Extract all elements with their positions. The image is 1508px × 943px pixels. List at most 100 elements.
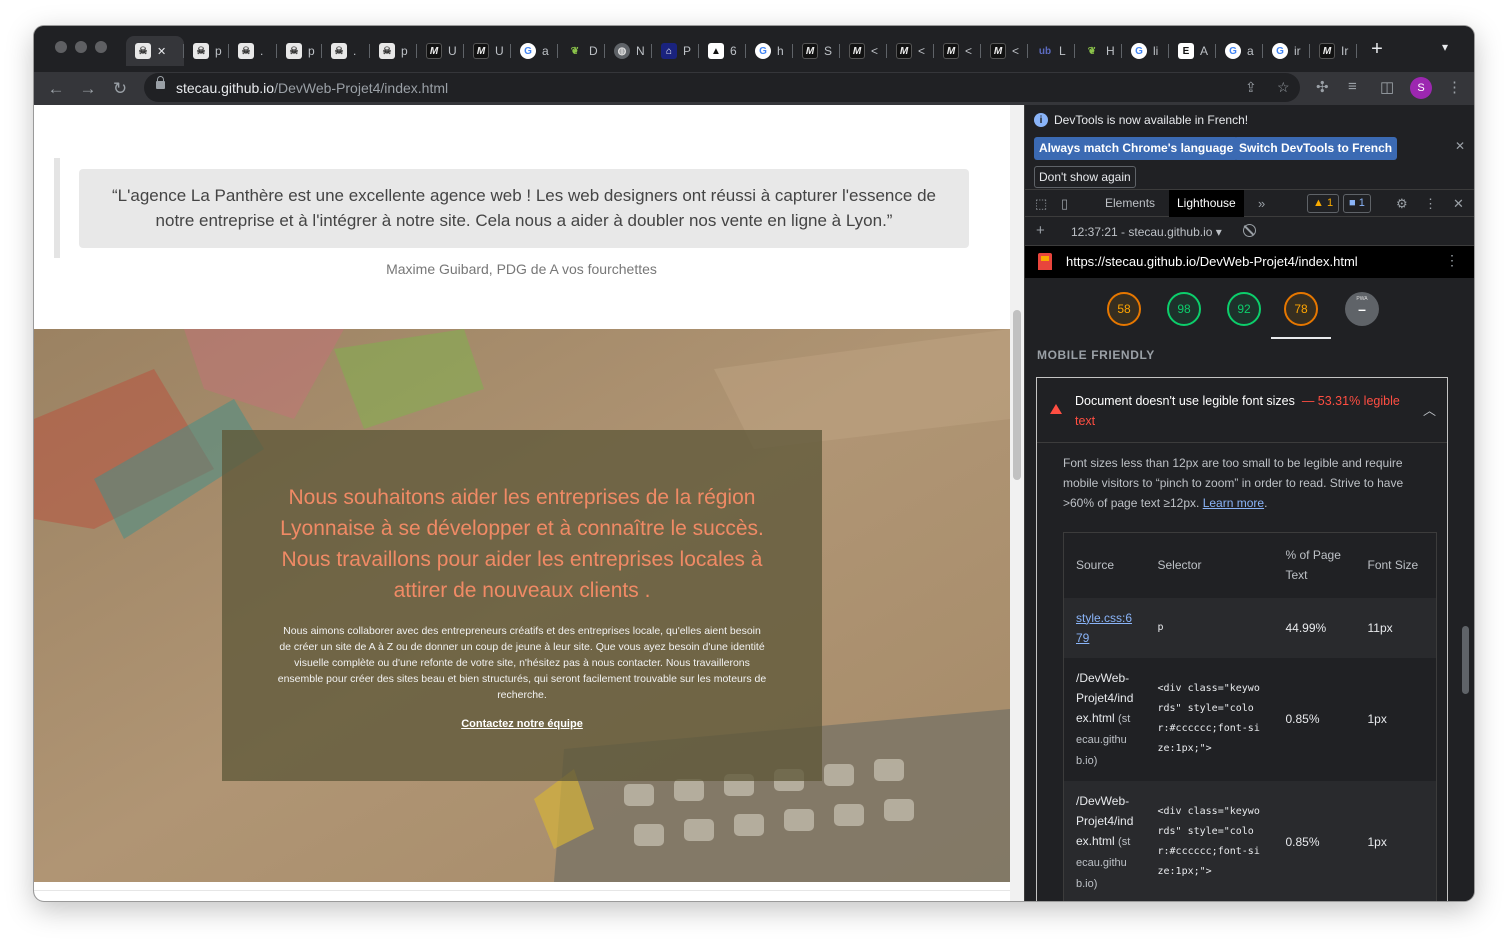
- score-gauge-seo[interactable]: 78: [1284, 292, 1318, 326]
- forward-arrow-icon[interactable]: →: [75, 76, 101, 102]
- browser-tab[interactable]: Ga: [511, 36, 558, 66]
- tab-lighthouse[interactable]: Lighthouse: [1169, 190, 1244, 217]
- active-gauge-indicator: [1271, 337, 1331, 339]
- cell-percent: 44.99%: [1273, 597, 1356, 658]
- browser-tab[interactable]: Ga: [1216, 36, 1263, 66]
- browser-tab[interactable]: ◍ N: [605, 36, 652, 66]
- back-arrow-icon[interactable]: ←: [43, 76, 69, 102]
- learn-more-link[interactable]: Learn more: [1203, 496, 1264, 510]
- browser-tab[interactable]: ❦ D: [558, 36, 605, 66]
- source-link[interactable]: style.css:679: [1076, 611, 1132, 645]
- dont-show-again-button[interactable]: Don't show again: [1034, 166, 1136, 188]
- e-icon: E: [1178, 43, 1194, 59]
- m-logo-icon: M: [896, 43, 912, 59]
- minimize-window-dot[interactable]: [75, 41, 87, 53]
- match-language-button[interactable]: Always match Chrome's language: [1034, 137, 1239, 160]
- address-url[interactable]: stecau.github.io/DevWeb-Projet4/index.ht…: [176, 80, 448, 96]
- tab-title: ir: [1294, 44, 1301, 58]
- browser-tab[interactable]: Gh: [746, 36, 793, 66]
- report-menu-icon[interactable]: ⋮: [1445, 252, 1459, 269]
- messages-badge[interactable]: ■ 1: [1343, 194, 1371, 213]
- score-gauge-performance[interactable]: 58: [1107, 292, 1141, 326]
- report-scrollbar[interactable]: [1458, 278, 1472, 901]
- font-size-table: Source Selector % of Page Text Font Size…: [1063, 532, 1437, 901]
- switch-to-french-button[interactable]: Switch DevTools to French: [1234, 137, 1398, 160]
- address-bar[interactable]: stecau.github.io/DevWeb-Projet4/index.ht…: [144, 73, 1300, 102]
- browser-tab[interactable]: ☠.: [229, 36, 277, 66]
- report-selector[interactable]: 12:37:21 - stecau.github.io ▾: [1071, 225, 1222, 239]
- page-scrollbar-thumb[interactable]: [1013, 310, 1021, 480]
- tab-elements[interactable]: Elements: [1097, 190, 1163, 217]
- tab-title: <: [1012, 44, 1020, 58]
- devtools-menu-icon[interactable]: ⋮: [1424, 196, 1437, 212]
- reload-icon[interactable]: ↻: [107, 76, 133, 102]
- tab-title: .: [260, 44, 264, 58]
- browser-tab[interactable]: M Ir: [1310, 36, 1357, 66]
- browser-tab[interactable]: ub L: [1028, 36, 1075, 66]
- lighthouse-report-url: https://stecau.github.io/DevWeb-Projet4/…: [1066, 254, 1358, 269]
- score-gauge-pwa[interactable]: PWA –: [1345, 292, 1379, 326]
- browser-tab[interactable]: Gir: [1263, 36, 1310, 66]
- browser-tab[interactable]: ☠ p: [277, 36, 322, 66]
- browser-tab[interactable]: MS: [793, 36, 840, 66]
- share-icon[interactable]: ⇪: [1245, 79, 1257, 96]
- browser-tab[interactable]: Gli: [1122, 36, 1169, 66]
- hero-overlay: Nous souhaitons aider les entreprises de…: [222, 430, 822, 781]
- browser-tab[interactable]: M <: [981, 36, 1028, 66]
- tab-title: 6: [730, 44, 737, 58]
- audit-header[interactable]: Document doesn't use legible font sizes …: [1037, 378, 1447, 443]
- inspect-element-icon[interactable]: ⬚: [1035, 196, 1047, 212]
- tab-title: U: [448, 44, 457, 58]
- new-report-plus-icon[interactable]: +: [1036, 222, 1045, 239]
- browser-tab[interactable]: MU: [417, 36, 464, 66]
- tab-title: h: [777, 44, 784, 58]
- column-header: Selector: [1157, 558, 1202, 573]
- devtools-infobar: i DevTools is now available in French! A…: [1025, 105, 1474, 190]
- profile-avatar[interactable]: S: [1410, 77, 1432, 99]
- score-gauge-accessibility[interactable]: 98: [1167, 292, 1201, 326]
- score-gauge-best-practices[interactable]: 92: [1227, 292, 1261, 326]
- contact-team-link[interactable]: Contactez notre équipe: [222, 718, 822, 730]
- browser-tab[interactable]: EA: [1169, 36, 1216, 66]
- tab-search-chevron-icon[interactable]: ▾: [1442, 40, 1448, 54]
- new-tab-button[interactable]: +: [1365, 37, 1389, 61]
- browser-tab[interactable]: MU: [464, 36, 511, 66]
- browser-tab[interactable]: ☠ p: [370, 36, 417, 66]
- bookmark-star-icon[interactable]: ☆: [1277, 79, 1290, 96]
- ub-icon: ub: [1038, 45, 1052, 57]
- lock-icon[interactable]: [156, 76, 165, 89]
- browser-tab[interactable]: ❦ H: [1075, 36, 1122, 66]
- close-window-dot[interactable]: [55, 41, 67, 53]
- browser-menu-icon[interactable]: ⋮: [1447, 78, 1462, 96]
- browser-tab[interactable]: M <: [934, 36, 981, 66]
- browser-toolbar: ← → ↻ stecau.github.io/DevWeb-Projet4/in…: [34, 72, 1474, 105]
- google-icon: G: [755, 43, 771, 59]
- more-tabs-icon[interactable]: »: [1258, 196, 1265, 211]
- report-scrollbar-thumb[interactable]: [1462, 626, 1469, 694]
- browser-tab[interactable]: ☠ p: [184, 36, 229, 66]
- browser-tab[interactable]: M <: [840, 36, 887, 66]
- cell-source: /DevWeb-Projet4/index.html (stecau.githu…: [1064, 658, 1146, 781]
- browser-tab[interactable]: ⌂ P: [652, 36, 699, 66]
- tab-title: L: [1059, 44, 1066, 58]
- reading-list-icon[interactable]: ≡: [1348, 78, 1357, 95]
- maximize-window-dot[interactable]: [95, 41, 107, 53]
- browser-tab[interactable]: ☠.: [322, 36, 370, 66]
- device-toolbar-icon[interactable]: ▯: [1061, 196, 1068, 212]
- extensions-puzzle-icon[interactable]: ✣: [1316, 78, 1329, 96]
- page-scrollbar[interactable]: [1010, 105, 1024, 901]
- skull-icon: ☠: [135, 43, 151, 59]
- side-panel-icon[interactable]: ◫: [1380, 78, 1394, 96]
- settings-gear-icon[interactable]: ⚙: [1396, 196, 1408, 212]
- warnings-badge[interactable]: ▲ 1: [1307, 194, 1340, 213]
- chevron-up-icon[interactable]: ︿: [1423, 400, 1436, 419]
- infobar-message: DevTools is now available in French!: [1054, 113, 1249, 127]
- close-infobar-icon[interactable]: ✕: [1455, 139, 1465, 153]
- close-tab-icon[interactable]: ✕: [157, 45, 166, 58]
- m-logo-icon: M: [802, 43, 818, 59]
- browser-tab[interactable]: M <: [887, 36, 934, 66]
- clear-reports-icon[interactable]: [1243, 224, 1256, 237]
- browser-tab[interactable]: ☠ ✕: [126, 36, 184, 66]
- browser-tab[interactable]: ▲ 6: [699, 36, 746, 66]
- close-devtools-icon[interactable]: ✕: [1453, 196, 1464, 212]
